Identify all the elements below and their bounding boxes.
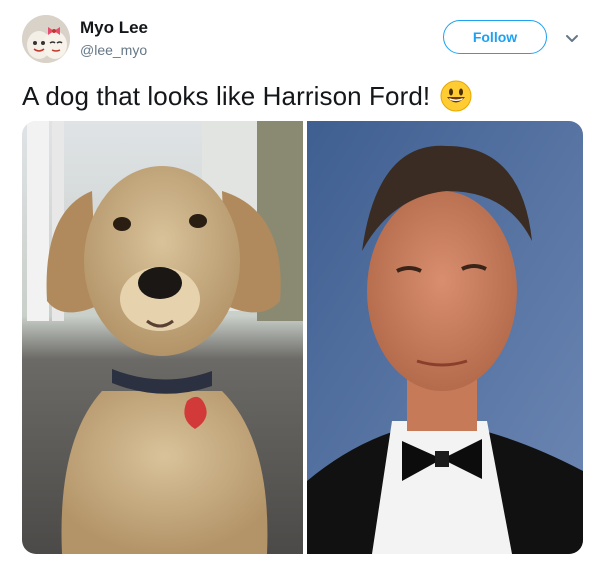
- avatar-image: [22, 15, 70, 63]
- author-handle[interactable]: @lee_myo: [80, 42, 147, 58]
- tweet-media[interactable]: [22, 121, 583, 554]
- avatar[interactable]: [22, 15, 70, 63]
- man-photo[interactable]: [307, 121, 583, 554]
- dog-photo[interactable]: [22, 121, 303, 554]
- follow-button[interactable]: Follow: [443, 20, 547, 54]
- author-name[interactable]: Myo Lee: [80, 18, 148, 38]
- tweet-text: A dog that looks like Harrison Ford!: [22, 80, 472, 112]
- tweet-text-content: A dog that looks like Harrison Ford!: [22, 80, 431, 111]
- chevron-down-icon[interactable]: [564, 30, 580, 46]
- grinning-face-icon: [440, 80, 472, 112]
